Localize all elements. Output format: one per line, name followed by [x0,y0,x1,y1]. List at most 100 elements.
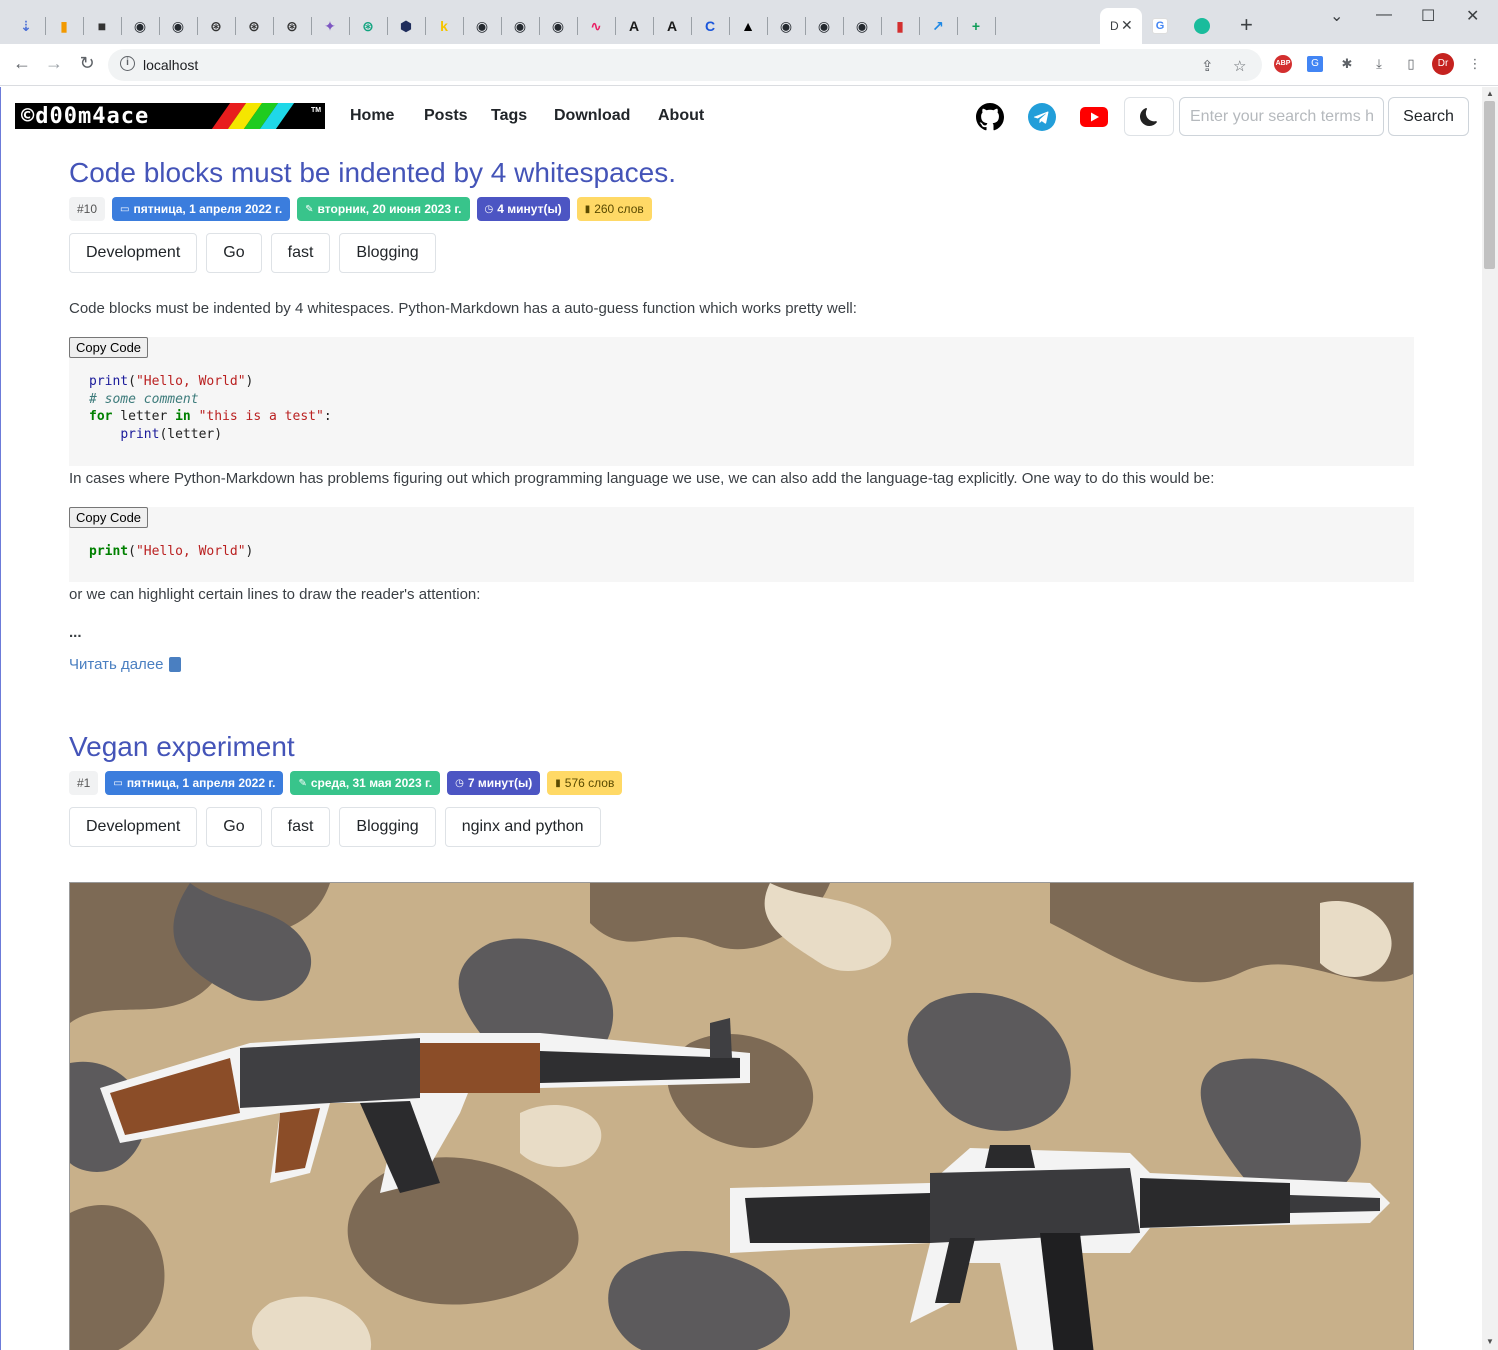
word-count: 576 слов [564,776,615,790]
published-date-badge: ▭ пятница, 1 апреля 2022 г. [112,197,291,221]
nav-posts[interactable]: Posts [424,107,468,125]
page-scrollbar[interactable]: ▲ ▼ [1482,87,1498,1350]
browser-tab[interactable]: C [692,8,730,44]
site-logo[interactable]: ©d00m4ace TM [15,103,325,129]
downloads-icon[interactable]: ⤓ [1369,54,1389,74]
browser-tab[interactable]: ◉ [160,8,198,44]
tag-fast[interactable]: fast [270,807,331,847]
scroll-up-icon[interactable]: ▲ [1486,89,1494,98]
tag-development[interactable]: Development [69,233,198,273]
tag-development[interactable]: Development [69,807,198,847]
browser-tab[interactable]: ⊛ [274,8,312,44]
tag-blogging[interactable]: Blogging [339,233,436,273]
published-date-badge: ▭ пятница, 1 апреля 2022 г. [105,771,284,795]
browser-tab[interactable]: A [616,8,654,44]
scrollbar-thumb[interactable] [1484,101,1495,269]
scroll-down-icon[interactable]: ▼ [1486,1337,1494,1346]
browser-tab[interactable]: ◉ [768,8,806,44]
nav-download[interactable]: Download [554,107,630,125]
search-input[interactable] [1179,97,1384,136]
browser-tab[interactable]: ◉ [122,8,160,44]
browser-tab[interactable]: ⊛ [236,8,274,44]
chatgpt-icon: ⊛ [248,17,260,34]
browser-tab[interactable]: ◉ [806,8,844,44]
extensions-puzzle-icon[interactable]: ✱ [1337,54,1357,74]
site-info-icon[interactable]: i [120,56,135,71]
browser-tab[interactable]: ▮ [882,8,920,44]
tag-go[interactable]: Go [206,807,262,847]
maximize-icon[interactable]: ☐ [1421,6,1435,26]
published-date: пятница, 1 апреля 2022 г. [133,202,283,216]
search-button[interactable]: Search [1388,97,1469,136]
bookmark-star-icon[interactable]: ☆ [1233,57,1246,75]
nav-about[interactable]: About [658,107,704,125]
browser-tab[interactable]: ↗ [920,8,958,44]
tab-google[interactable]: G [1142,8,1180,44]
tag-go[interactable]: Go [206,233,262,273]
code-block: Copy Code print("Hello, World") # some co… [69,337,1414,466]
github-icon[interactable] [974,101,1006,133]
browser-tab[interactable]: ▲ [730,8,768,44]
post-title-link[interactable]: Code blocks must be indented by 4 whites… [69,156,1414,190]
tab-search-chevron-icon[interactable]: ⌄ [1330,6,1343,26]
browser-tab[interactable]: ✦ [312,8,350,44]
adblock-icon[interactable]: ABP [1273,54,1293,74]
browser-tab[interactable]: ◉ [464,8,502,44]
code-token: for [89,409,113,424]
window-close-icon[interactable]: ✕ [1466,6,1479,26]
address-bar[interactable]: i localhost ⇪ ☆ [108,49,1262,81]
browser-tab[interactable]: ∿ [578,8,616,44]
word-count-badge: ▮ 576 слов [547,771,623,795]
minimize-icon[interactable]: — [1376,6,1392,24]
browser-tab[interactable]: A [654,8,692,44]
dark-mode-toggle[interactable] [1124,97,1174,136]
calendar-icon: ▭ [120,203,130,215]
logo-trademark: TM [311,107,322,114]
code-content: print("Hello, World") [69,528,1414,561]
browser-tab[interactable]: ⇣ [8,8,46,44]
share-icon[interactable]: ⇪ [1201,57,1214,75]
browser-tab[interactable]: + [958,8,996,44]
browser-tab[interactable]: ▮ [46,8,84,44]
tab-green[interactable] [1184,8,1222,44]
reload-icon[interactable]: ↻ [75,53,99,74]
copy-code-button[interactable]: Copy Code [69,507,149,528]
read-time: 7 минут(ы) [467,776,533,790]
tag-fast[interactable]: fast [270,233,331,273]
forward-icon[interactable]: → [42,53,66,74]
translate-icon[interactable]: G [1305,54,1325,74]
code-token: letter [112,409,176,424]
browser-tab[interactable]: ⬢ [388,8,426,44]
copy-code-button[interactable]: Copy Code [69,337,149,358]
youtube-icon[interactable] [1078,101,1110,133]
browser-menu-icon[interactable]: ⋮ [1465,54,1485,74]
profile-avatar[interactable]: Dr [1432,53,1454,75]
browser-tab[interactable]: ⊛ [350,8,388,44]
tag-nginx-and-python[interactable]: nginx and python [444,807,601,847]
read-more-link[interactable]: Читать далее [69,656,182,673]
code-token: print [89,544,129,559]
telegram-icon[interactable] [1026,101,1058,133]
post-title-link[interactable]: Vegan experiment [69,730,1414,764]
back-icon[interactable]: ← [10,53,34,74]
nav-home[interactable]: Home [350,107,394,125]
new-tab-icon[interactable]: + [1240,12,1253,38]
browser-tab[interactable]: ⊛ [198,8,236,44]
code-token: # some comment [89,391,199,407]
browser-tab[interactable]: ◉ [844,8,882,44]
tag-blogging[interactable]: Blogging [339,807,436,847]
hex-blue-icon: C [704,18,716,34]
address-url: localhost [143,57,199,73]
browser-tab[interactable]: ■ [84,8,122,44]
browser-tab[interactable]: k [426,8,464,44]
code-token: ( [128,374,136,389]
side-panel-icon[interactable]: ▯ [1401,54,1421,74]
browser-tab[interactable]: ◉ [502,8,540,44]
rifles-illustration [70,883,1413,1350]
red-bars-icon: ▮ [896,17,904,34]
nav-tags[interactable]: Tags [491,107,527,125]
tab-close-icon[interactable]: ✕ [1121,17,1133,34]
browser-tab[interactable]: ◉ [540,8,578,44]
published-date: пятница, 1 апреля 2022 г. [126,776,276,790]
yellow-app-icon: k [440,18,448,34]
